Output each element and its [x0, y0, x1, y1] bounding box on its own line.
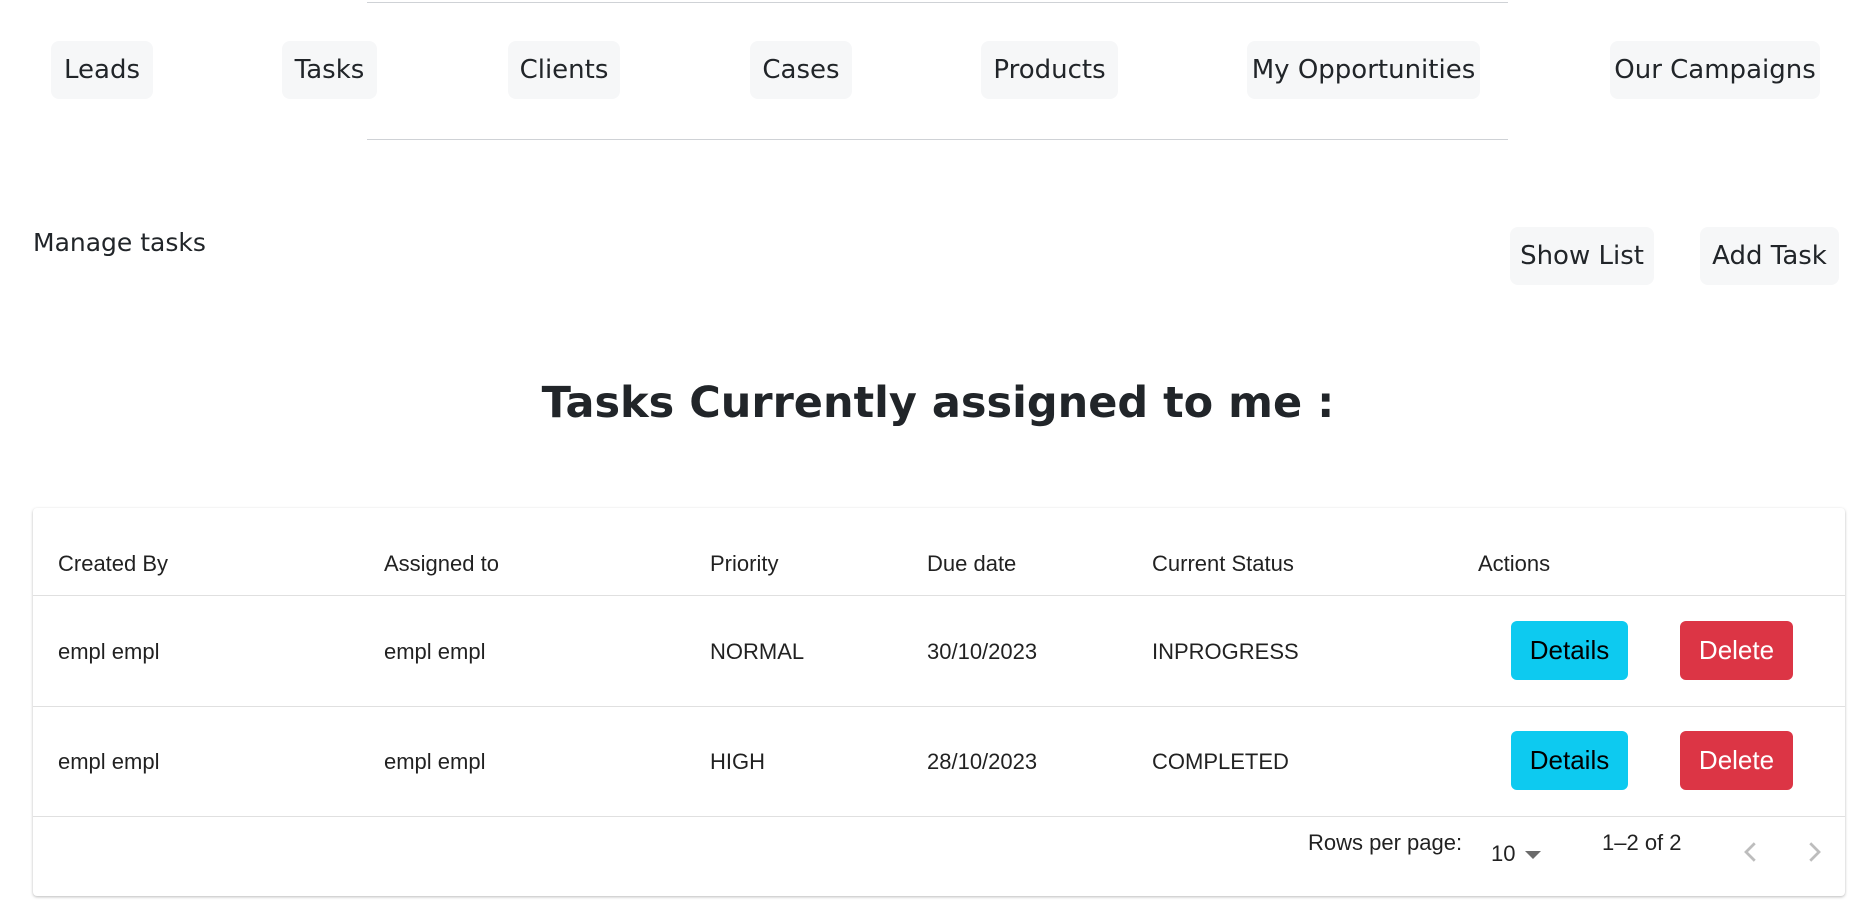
nav-bottom-divider — [367, 139, 1508, 140]
table-pagination: Rows per page: 10 1–2 of 2 — [0, 815, 1856, 895]
column-header-actions: Actions — [1478, 551, 1551, 576]
details-button[interactable]: Details — [1511, 731, 1628, 790]
rows-per-page-label: Rows per page: — [1308, 830, 1463, 855]
nav-item-clients[interactable]: Clients — [508, 41, 620, 99]
rows-per-page-value: 10 — [1491, 841, 1516, 866]
nav-item-products[interactable]: Products — [981, 41, 1118, 99]
caret-down-icon — [1525, 851, 1542, 860]
page-heading: Tasks Currently assigned to me : — [541, 378, 1335, 428]
cell-created-by: empl empl — [58, 639, 160, 664]
cell-due-date: 30/10/2023 — [927, 639, 1038, 664]
cell-status: COMPLETED — [1152, 749, 1289, 774]
cell-assigned-to: empl empl — [384, 749, 486, 774]
add-task-button[interactable]: Add Task — [1700, 227, 1839, 285]
nav-item-tasks[interactable]: Tasks — [282, 41, 377, 99]
nav-item-cases[interactable]: Cases — [750, 41, 852, 99]
cell-created-by: empl empl — [58, 749, 160, 774]
details-button[interactable]: Details — [1511, 621, 1628, 680]
nav-top-divider — [367, 2, 1508, 3]
cell-priority: HIGH — [710, 749, 765, 774]
chevron-left-icon[interactable] — [1736, 837, 1766, 867]
manage-tasks-title: Manage tasks — [33, 228, 206, 257]
column-header-current-status: Current Status — [1152, 551, 1294, 576]
delete-button[interactable]: Delete — [1680, 731, 1793, 790]
delete-button[interactable]: Delete — [1680, 621, 1793, 680]
table-header-row: Created By Assigned to Priority Due date… — [33, 508, 1845, 596]
column-header-assigned-to: Assigned to — [384, 551, 499, 576]
column-header-created-by: Created By — [58, 551, 169, 576]
column-header-priority: Priority — [710, 551, 779, 576]
cell-due-date: 28/10/2023 — [927, 749, 1038, 774]
pagination-range: 1–2 of 2 — [1602, 830, 1682, 855]
show-list-button[interactable]: Show List — [1510, 227, 1654, 285]
table-row: empl empl empl empl HIGH 28/10/2023 COMP… — [33, 706, 1845, 817]
nav-item-my-opportunities[interactable]: My Opportunities — [1247, 41, 1480, 99]
cell-status: INPROGRESS — [1152, 639, 1299, 664]
cell-assigned-to: empl empl — [384, 639, 486, 664]
nav-item-leads[interactable]: Leads — [51, 41, 153, 99]
rows-per-page-select[interactable]: 10 — [1491, 841, 1542, 867]
page: Leads Tasks Clients Cases Products My Op… — [0, 0, 1856, 900]
table-row: empl empl empl empl NORMAL 30/10/2023 IN… — [33, 596, 1845, 707]
chevron-right-icon[interactable] — [1799, 837, 1829, 867]
nav-item-our-campaigns[interactable]: Our Campaigns — [1610, 41, 1820, 99]
cell-priority: NORMAL — [710, 639, 805, 664]
column-header-due-date: Due date — [927, 551, 1017, 576]
